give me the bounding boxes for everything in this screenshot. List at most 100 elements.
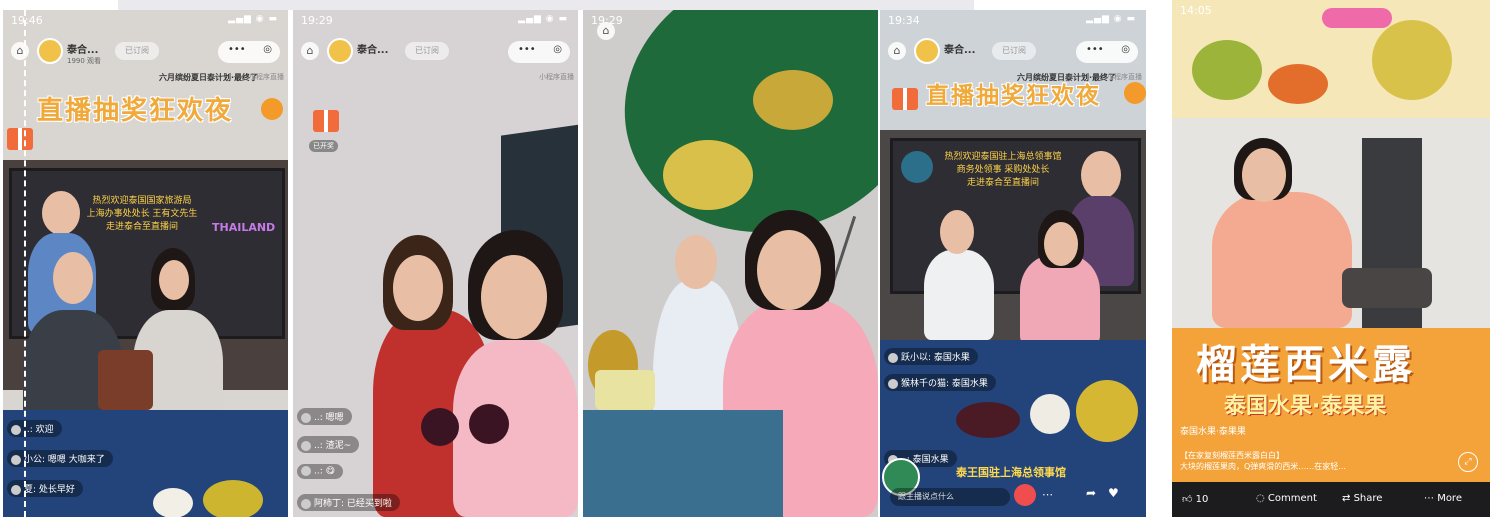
screen-portrait bbox=[1081, 151, 1121, 199]
avatar bbox=[11, 454, 21, 465]
gift-icon[interactable] bbox=[892, 88, 918, 110]
livestream-screenshot-3: 19:29 ⌂ •••◎ bbox=[583, 10, 878, 517]
miniapp-capsule[interactable]: ••• ◎ bbox=[508, 41, 570, 63]
cook-head bbox=[1242, 148, 1286, 202]
avatar bbox=[11, 484, 21, 495]
live-header: ⌂ 泰合... 已订阅 ••• ◎ bbox=[888, 38, 1138, 66]
miniapp-live-label: 小程序直播 bbox=[539, 73, 574, 81]
follow-button[interactable]: 已订阅 bbox=[405, 42, 449, 60]
gift-icon[interactable] bbox=[313, 110, 339, 132]
close-miniapp-icon[interactable]: ◎ bbox=[263, 44, 272, 55]
shop-avatar[interactable] bbox=[914, 38, 940, 64]
dessert-container bbox=[595, 370, 655, 410]
status-time: 14:05 bbox=[1180, 4, 1212, 17]
host-woman-right-head bbox=[757, 230, 821, 310]
papaya-art bbox=[1268, 64, 1328, 104]
mascot-art bbox=[1372, 20, 1452, 100]
status-time: 19:29 bbox=[301, 14, 333, 27]
chat-comment: 猴林千の猫: 泰国水果 bbox=[884, 374, 996, 391]
more-icon[interactable]: ••• bbox=[518, 44, 536, 55]
close-miniapp-icon[interactable]: ◎ bbox=[553, 44, 562, 55]
avatar bbox=[301, 466, 311, 476]
share-icon[interactable]: ➦ bbox=[1086, 486, 1096, 500]
lottery-title: 直播抽奖狂欢夜 bbox=[926, 83, 1101, 109]
livestream-screenshot-2: 19:29 ▂▄▆ ◉ ▬ ⌂ 泰合... 已订阅 ••• ◎ 小程序直播 已开奖… bbox=[293, 10, 578, 517]
banner-badge bbox=[1322, 8, 1392, 28]
miniapp-live-label: 小程序直播 bbox=[1107, 73, 1142, 81]
more-button[interactable]: ⋯ More bbox=[1424, 493, 1462, 504]
close-miniapp-icon[interactable]: ◎ bbox=[1121, 44, 1130, 55]
mangosteen bbox=[469, 404, 509, 444]
avatar bbox=[301, 498, 311, 509]
shop-name[interactable]: 泰合... 1990 观看 bbox=[67, 41, 101, 66]
gift-status-label: 已开奖 bbox=[309, 140, 338, 152]
chat-input[interactable]: 跟主播说点什么 bbox=[890, 488, 1010, 506]
miniapp-live-label: 小程序直播 bbox=[249, 73, 284, 81]
status-time: 19:46 bbox=[11, 14, 43, 27]
more-icon[interactable]: ⋯ bbox=[1042, 488, 1053, 501]
mangosteen bbox=[421, 408, 459, 446]
fullscreen-icon[interactable]: ⤢ bbox=[1458, 452, 1478, 472]
durian bbox=[1076, 380, 1138, 442]
host-woman-right-head bbox=[481, 255, 547, 339]
more-icon[interactable]: ••• bbox=[228, 44, 246, 55]
top-background-band bbox=[118, 0, 974, 10]
cook-body bbox=[1212, 192, 1352, 328]
page-name[interactable]: 泰国水果·泰果果 bbox=[1180, 424, 1246, 437]
screen-welcome-text: 热烈欢迎泰国驻上海总领事馆 商务处领事 采购处处长 走进泰合至直播间 bbox=[944, 152, 1062, 188]
kitchen-scene bbox=[1172, 118, 1490, 328]
follow-button[interactable]: 已订阅 bbox=[115, 42, 159, 60]
durian-art bbox=[1192, 40, 1262, 100]
signal-battery-icon: ▂▄▆ ◉ ▬ bbox=[518, 14, 568, 24]
home-icon[interactable]: ⌂ bbox=[11, 42, 29, 60]
gift-icon[interactable] bbox=[7, 128, 33, 150]
live-header: ⌂ 泰合... 1990 观看 已订阅 ••• ◎ bbox=[11, 38, 280, 66]
thailand-logo: THAILAND bbox=[212, 221, 276, 234]
comment-icon: ◌ bbox=[1256, 493, 1268, 504]
signal-battery-icon: ▂▄▆ ◉ ▬ bbox=[1086, 14, 1136, 24]
chat-comment: ..: 😋 bbox=[297, 464, 343, 479]
durian-umbrella bbox=[590, 10, 878, 270]
durian bbox=[203, 480, 263, 517]
chat-comment: ..: 嗯嗯 bbox=[297, 408, 352, 425]
shop-name[interactable]: 泰合... bbox=[357, 41, 388, 56]
product-rack bbox=[98, 350, 153, 410]
shop-avatar[interactable] bbox=[37, 38, 63, 64]
chat-comment: ..: 渣泥~ bbox=[297, 436, 360, 453]
umbrella-durian-print bbox=[663, 140, 753, 210]
home-icon[interactable]: ⌂ bbox=[597, 22, 615, 40]
screen-logo bbox=[901, 151, 933, 183]
display-table bbox=[583, 410, 783, 517]
miniapp-capsule[interactable]: ••• ◎ bbox=[218, 41, 280, 63]
chat-comment: 夏: 处长早好 bbox=[7, 480, 83, 497]
chat-comment: 阿柿丁: 已经买到啦 bbox=[297, 494, 400, 511]
miniapp-capsule[interactable]: ••• ◎ bbox=[1076, 41, 1138, 63]
avatar bbox=[888, 352, 898, 363]
home-icon[interactable]: ⌂ bbox=[888, 42, 906, 60]
host-woman-left-body bbox=[924, 250, 994, 340]
like-button[interactable]: 👍︎ 10 bbox=[1182, 493, 1208, 505]
livestream-screenshot-4: 19:34 ▂▄▆ ◉ ▬ ⌂ 泰合... 已订阅 ••• ◎ 六月缤纷夏日泰计划… bbox=[880, 10, 1146, 517]
share-icon: ⇄ bbox=[1342, 493, 1354, 504]
more-icon[interactable]: ••• bbox=[1086, 44, 1104, 55]
shop-avatar[interactable] bbox=[327, 38, 353, 64]
livestream-screenshot-1: 19:46 ▂▄▆ ◉ ▬ ⌂ 泰合... 1990 观看 已订阅 ••• ◎ 六月… bbox=[3, 10, 288, 517]
cooking-pot bbox=[1342, 268, 1432, 308]
home-icon[interactable]: ⌂ bbox=[301, 42, 319, 60]
recipe-banner: 榴莲西米露 泰国水果·泰果果 泰国水果·泰果果 【在家复刻榴莲西米露白白】 大块… bbox=[1172, 328, 1490, 482]
host-woman-head bbox=[159, 260, 189, 300]
fruit-banner bbox=[1172, 0, 1490, 118]
live-header: ⌂ 泰合... 已订阅 ••• ◎ bbox=[301, 38, 570, 66]
screen-welcome-text: 热烈欢迎泰国国家旅游局 上海办事处处长 王有文先生 走进泰合至直播间 bbox=[86, 196, 198, 232]
like-heart-icon[interactable]: ♥ bbox=[1108, 486, 1119, 500]
coconut bbox=[153, 488, 193, 517]
share-button[interactable]: ⇄ Share bbox=[1342, 493, 1382, 504]
follow-button[interactable]: 已订阅 bbox=[992, 42, 1036, 60]
status-time: 19:34 bbox=[888, 14, 920, 27]
avatar bbox=[301, 412, 311, 423]
shopping-bag-icon[interactable] bbox=[1014, 484, 1036, 506]
host-woman-left-head bbox=[940, 210, 974, 254]
host-woman-right-head bbox=[1044, 222, 1078, 266]
comment-button[interactable]: ◌ Comment bbox=[1256, 493, 1317, 504]
shop-name[interactable]: 泰合... bbox=[944, 41, 975, 56]
